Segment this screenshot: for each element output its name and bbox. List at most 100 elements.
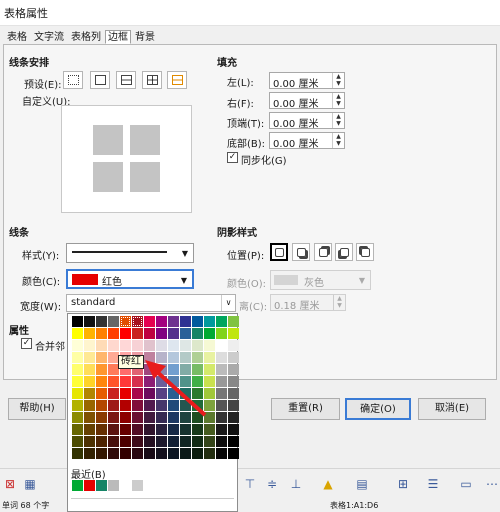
color-swatch[interactable] <box>180 436 191 447</box>
color-swatch[interactable] <box>96 316 107 327</box>
color-swatch[interactable] <box>144 364 155 375</box>
shadow-distance-field[interactable]: 0.18 厘米 ▲ ▼ <box>270 294 346 312</box>
preset-outer-button[interactable] <box>90 71 110 89</box>
color-swatch[interactable] <box>120 436 131 447</box>
color-swatch[interactable] <box>96 436 107 447</box>
color-swatch[interactable] <box>192 340 203 351</box>
color-swatch[interactable] <box>84 364 95 375</box>
color-swatch[interactable] <box>192 328 203 339</box>
color-swatch[interactable] <box>204 316 215 327</box>
color-swatch[interactable] <box>204 412 215 423</box>
spin-arrows-icon[interactable]: ▲ ▼ <box>332 133 344 148</box>
color-swatch[interactable] <box>96 352 107 363</box>
color-swatch[interactable] <box>228 364 239 375</box>
color-swatch[interactable] <box>228 436 239 447</box>
color-swatch[interactable] <box>72 340 83 351</box>
color-swatch[interactable] <box>120 340 131 351</box>
preset-none-button[interactable] <box>63 71 83 89</box>
spin-arrows-icon[interactable]: ▲ ▼ <box>332 113 344 128</box>
color-swatch[interactable] <box>120 328 131 339</box>
color-swatch[interactable] <box>216 364 227 375</box>
color-swatch[interactable] <box>120 376 131 387</box>
color-swatch[interactable] <box>120 400 131 411</box>
color-swatch[interactable] <box>156 388 167 399</box>
color-swatch[interactable] <box>228 352 239 363</box>
padding-top-field[interactable]: 0.00 厘米 ▲ ▼ <box>269 112 345 130</box>
color-swatch[interactable] <box>156 352 167 363</box>
color-swatch[interactable] <box>216 352 227 363</box>
color-swatch[interactable] <box>144 352 155 363</box>
padding-bottom-field[interactable]: 0.00 厘米 ▲ ▼ <box>269 132 345 150</box>
color-swatch[interactable] <box>144 340 155 351</box>
color-swatch[interactable] <box>156 448 167 459</box>
color-swatch[interactable] <box>228 448 239 459</box>
color-swatch[interactable] <box>204 376 215 387</box>
color-swatch[interactable] <box>180 340 191 351</box>
color-swatch[interactable] <box>108 376 119 387</box>
color-swatch[interactable] <box>168 436 179 447</box>
color-swatch[interactable] <box>144 424 155 435</box>
color-swatch[interactable] <box>132 424 143 435</box>
sync-checkbox[interactable]: ✓ <box>227 152 238 163</box>
color-swatch[interactable] <box>120 388 131 399</box>
color-swatch[interactable] <box>192 352 203 363</box>
tab-columns[interactable]: 表格列 <box>68 30 104 44</box>
color-swatch[interactable] <box>72 424 83 435</box>
color-swatch[interactable] <box>216 376 227 387</box>
color-swatch[interactable] <box>216 436 227 447</box>
color-swatch[interactable] <box>132 412 143 423</box>
align-bottom-icon[interactable]: ⊥ <box>288 476 304 492</box>
color-swatch[interactable] <box>84 424 95 435</box>
color-swatch[interactable] <box>144 436 155 447</box>
color-swatch[interactable] <box>156 316 167 327</box>
color-swatch[interactable] <box>216 424 227 435</box>
color-swatch[interactable] <box>72 316 83 327</box>
recent-color-swatch[interactable] <box>120 480 131 491</box>
color-swatch[interactable] <box>84 316 95 327</box>
color-swatch[interactable] <box>72 352 83 363</box>
color-swatch[interactable] <box>156 328 167 339</box>
color-swatch[interactable] <box>156 340 167 351</box>
color-swatch[interactable] <box>132 448 143 459</box>
color-swatch[interactable] <box>144 388 155 399</box>
color-swatch[interactable] <box>168 328 179 339</box>
color-swatch[interactable] <box>156 376 167 387</box>
color-swatch[interactable] <box>168 448 179 459</box>
color-swatch[interactable] <box>72 400 83 411</box>
color-swatch[interactable] <box>132 328 143 339</box>
recent-color-swatch[interactable] <box>108 480 119 491</box>
color-swatch[interactable] <box>84 388 95 399</box>
color-swatch[interactable] <box>132 340 143 351</box>
color-swatch[interactable] <box>228 340 239 351</box>
color-swatch[interactable] <box>72 436 83 447</box>
color-swatch[interactable] <box>192 412 203 423</box>
color-swatch[interactable] <box>192 400 203 411</box>
color-swatch[interactable] <box>228 376 239 387</box>
preset-inner-button[interactable] <box>167 71 187 89</box>
color-swatch[interactable] <box>132 376 143 387</box>
color-swatch[interactable] <box>108 316 119 327</box>
border-style-icon[interactable]: ☰ <box>425 476 441 492</box>
color-swatch[interactable] <box>96 424 107 435</box>
color-swatch[interactable] <box>132 436 143 447</box>
color-swatch[interactable] <box>120 448 131 459</box>
table-properties-icon[interactable]: ▤ <box>354 476 370 492</box>
color-swatch[interactable] <box>168 388 179 399</box>
color-swatch[interactable] <box>156 424 167 435</box>
shadow-color-dropdown[interactable]: 灰色 ▼ <box>270 270 371 290</box>
color-swatch[interactable] <box>96 412 107 423</box>
color-swatch[interactable] <box>84 412 95 423</box>
color-swatch[interactable] <box>156 400 167 411</box>
color-swatch[interactable] <box>72 412 83 423</box>
color-swatch[interactable] <box>216 328 227 339</box>
color-swatch[interactable] <box>84 340 95 351</box>
color-swatch[interactable] <box>204 388 215 399</box>
line-width-dropdown[interactable]: standard ∨ <box>66 294 236 312</box>
padding-left-field[interactable]: 0.00 厘米 ▲ ▼ <box>269 72 345 90</box>
color-swatch[interactable] <box>168 412 179 423</box>
color-swatch[interactable] <box>72 328 83 339</box>
color-swatch[interactable] <box>72 448 83 459</box>
color-swatch[interactable] <box>180 352 191 363</box>
color-swatch[interactable] <box>156 412 167 423</box>
color-swatch[interactable] <box>108 448 119 459</box>
